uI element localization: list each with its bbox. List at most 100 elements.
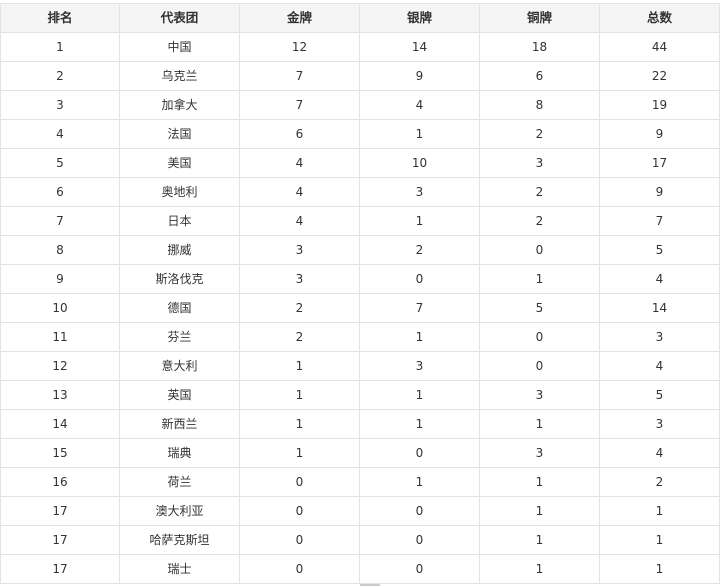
cell-total: 9: [599, 177, 720, 207]
cell-total: 22: [599, 61, 720, 91]
cell-bronze: 1: [479, 496, 600, 526]
cell-gold: 7: [239, 90, 360, 120]
cell-total: 9: [599, 119, 720, 149]
cell-rank: 10: [0, 293, 120, 323]
header-team: 代表团: [119, 3, 240, 33]
cell-bronze: 3: [479, 148, 600, 178]
table-row: 15 瑞典 1 0 3 4: [0, 438, 720, 468]
header-total: 总数: [599, 3, 720, 33]
cell-total: 4: [599, 438, 720, 468]
header-row: 排名 代表团 金牌 银牌 铜牌 总数: [0, 3, 720, 33]
table-row: 13 英国 1 1 3 5: [0, 380, 720, 410]
table-row: 12 意大利 1 3 0 4: [0, 351, 720, 381]
cell-bronze: 8: [479, 90, 600, 120]
cell-silver: 1: [359, 206, 480, 236]
scroll-hint: [360, 583, 380, 587]
cell-silver: 1: [359, 467, 480, 497]
cell-total: 44: [599, 32, 720, 62]
cell-rank: 3: [0, 90, 120, 120]
cell-total: 1: [599, 554, 720, 584]
cell-bronze: 1: [479, 525, 600, 555]
cell-team: 斯洛伐克: [119, 264, 240, 294]
medal-table: 排名 代表团 金牌 银牌 铜牌 总数 1 中国 12 14 18 44 2 乌克兰 7 9 6 22 3…: [0, 3, 720, 584]
table-row: 11 芬兰 2 1 0 3: [0, 322, 720, 352]
cell-rank: 6: [0, 177, 120, 207]
cell-team: 澳大利亚: [119, 496, 240, 526]
table-row: 5 美国 4 10 3 17: [0, 148, 720, 178]
cell-bronze: 0: [479, 322, 600, 352]
cell-team: 中国: [119, 32, 240, 62]
cell-team: 瑞典: [119, 438, 240, 468]
cell-rank: 4: [0, 119, 120, 149]
cell-bronze: 18: [479, 32, 600, 62]
cell-team: 德国: [119, 293, 240, 323]
cell-bronze: 2: [479, 119, 600, 149]
table-header: 排名 代表团 金牌 银牌 铜牌 总数: [0, 3, 720, 33]
cell-bronze: 1: [479, 467, 600, 497]
cell-silver: 1: [359, 119, 480, 149]
cell-bronze: 2: [479, 177, 600, 207]
cell-team: 日本: [119, 206, 240, 236]
cell-rank: 17: [0, 554, 120, 584]
cell-rank: 17: [0, 525, 120, 555]
table-row: 4 法国 6 1 2 9: [0, 119, 720, 149]
cell-silver: 9: [359, 61, 480, 91]
cell-bronze: 3: [479, 438, 600, 468]
cell-gold: 2: [239, 293, 360, 323]
cell-total: 5: [599, 380, 720, 410]
cell-rank: 14: [0, 409, 120, 439]
cell-team: 挪威: [119, 235, 240, 265]
cell-silver: 4: [359, 90, 480, 120]
cell-silver: 0: [359, 525, 480, 555]
cell-total: 14: [599, 293, 720, 323]
cell-team: 瑞士: [119, 554, 240, 584]
cell-bronze: 0: [479, 235, 600, 265]
header-bronze: 铜牌: [479, 3, 600, 33]
cell-gold: 1: [239, 409, 360, 439]
cell-silver: 2: [359, 235, 480, 265]
cell-bronze: 0: [479, 351, 600, 381]
cell-gold: 0: [239, 496, 360, 526]
cell-silver: 0: [359, 438, 480, 468]
cell-gold: 0: [239, 525, 360, 555]
cell-gold: 0: [239, 554, 360, 584]
table-row: 14 新西兰 1 1 1 3: [0, 409, 720, 439]
cell-silver: 3: [359, 177, 480, 207]
cell-gold: 3: [239, 264, 360, 294]
cell-silver: 1: [359, 380, 480, 410]
cell-rank: 16: [0, 467, 120, 497]
cell-gold: 4: [239, 206, 360, 236]
cell-gold: 4: [239, 177, 360, 207]
cell-team: 芬兰: [119, 322, 240, 352]
cell-total: 1: [599, 496, 720, 526]
cell-silver: 1: [359, 409, 480, 439]
table-row: 10 德国 2 7 5 14: [0, 293, 720, 323]
cell-total: 5: [599, 235, 720, 265]
cell-team: 哈萨克斯坦: [119, 525, 240, 555]
cell-team: 新西兰: [119, 409, 240, 439]
cell-silver: 0: [359, 496, 480, 526]
cell-bronze: 5: [479, 293, 600, 323]
cell-gold: 0: [239, 467, 360, 497]
table-row: 8 挪威 3 2 0 5: [0, 235, 720, 265]
cell-total: 3: [599, 409, 720, 439]
table-body: 1 中国 12 14 18 44 2 乌克兰 7 9 6 22 3 加拿大 7 4 8 19 4 法国 6 1 2 9 5 美国 4…: [0, 32, 720, 584]
cell-rank: 2: [0, 61, 120, 91]
cell-silver: 14: [359, 32, 480, 62]
cell-total: 4: [599, 264, 720, 294]
cell-team: 意大利: [119, 351, 240, 381]
table-row: 3 加拿大 7 4 8 19: [0, 90, 720, 120]
cell-rank: 8: [0, 235, 120, 265]
table-row: 2 乌克兰 7 9 6 22: [0, 61, 720, 91]
cell-rank: 17: [0, 496, 120, 526]
cell-total: 17: [599, 148, 720, 178]
cell-total: 4: [599, 351, 720, 381]
table-row: 16 荷兰 0 1 1 2: [0, 467, 720, 497]
cell-rank: 7: [0, 206, 120, 236]
cell-bronze: 1: [479, 409, 600, 439]
table-row: 17 瑞士 0 0 1 1: [0, 554, 720, 584]
cell-team: 法国: [119, 119, 240, 149]
cell-gold: 12: [239, 32, 360, 62]
cell-rank: 5: [0, 148, 120, 178]
cell-team: 英国: [119, 380, 240, 410]
